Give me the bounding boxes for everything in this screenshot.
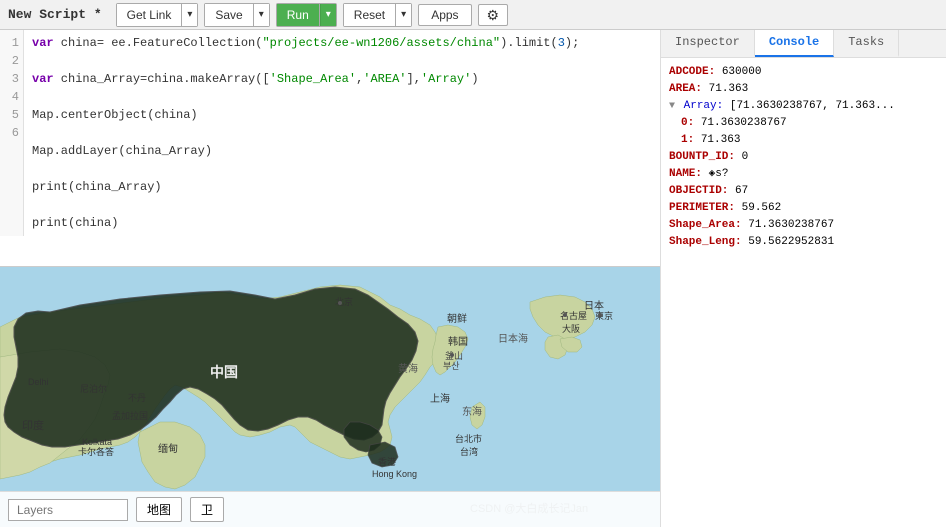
gear-button[interactable]: ⚙ — [478, 4, 509, 26]
get-link-button[interactable]: Get Link — [117, 4, 183, 26]
layers-input[interactable] — [8, 499, 128, 521]
bountp-val: 0 — [742, 151, 749, 163]
array-0-key: 0: — [681, 117, 694, 129]
script-title: New Script * — [8, 7, 102, 22]
get-link-group: Get Link ▾ — [116, 3, 199, 27]
svg-text:上海: 上海 — [430, 392, 450, 405]
svg-text:Hong Kong: Hong Kong — [372, 469, 417, 479]
adcode-key: ADCODE: — [669, 66, 715, 78]
objectid-val: 67 — [735, 185, 748, 197]
line-numbers: 123456 — [0, 30, 24, 236]
svg-text:卡尔各答: 卡尔各答 — [78, 446, 114, 457]
perimeter-key: PERIMETER: — [669, 202, 735, 214]
svg-text:東京: 東京 — [595, 310, 613, 321]
svg-text:台北市: 台北市 — [455, 433, 482, 444]
toolbar: New Script * Get Link ▾ Save ▾ Run ▾ Res… — [0, 0, 946, 30]
shape-area-row: Shape_Area: 71.3630238767 — [669, 217, 938, 234]
array-1-row: 1: 71.363 — [669, 132, 938, 149]
save-arrow[interactable]: ▾ — [254, 4, 269, 26]
run-arrow[interactable]: ▾ — [320, 4, 336, 26]
shape-leng-key: Shape_Leng: — [669, 236, 742, 248]
left-panel: 123456 var china= ee.FeatureCollection("… — [0, 30, 660, 527]
map-bottom-bar: 地图 卫 — [0, 491, 660, 527]
get-link-arrow[interactable]: ▾ — [182, 4, 197, 26]
perimeter-val: 59.562 — [742, 202, 782, 214]
array-0-row: 0: 71.3630238767 — [669, 115, 938, 132]
svg-text:釜山: 釜山 — [445, 350, 463, 361]
svg-text:不丹: 不丹 — [128, 393, 146, 403]
array-0-val: 71.3630238767 — [701, 117, 787, 129]
apps-button[interactable]: Apps — [418, 4, 471, 26]
run-button[interactable]: Run — [277, 4, 320, 26]
svg-text:香港: 香港 — [378, 456, 396, 467]
svg-text:黄海: 黄海 — [398, 362, 418, 375]
panel-tabs: Inspector Console Tasks — [661, 30, 946, 58]
array-key: Array: — [684, 100, 724, 112]
perimeter-row: PERIMETER: 59.562 — [669, 200, 938, 217]
array-1-key: 1: — [681, 134, 694, 146]
svg-text:日本海: 日本海 — [498, 332, 528, 345]
adcode-row: ADCODE: 630000 — [669, 64, 938, 81]
code-content[interactable]: var china= ee.FeatureCollection("project… — [24, 30, 660, 236]
satellite-button[interactable]: 卫 — [190, 497, 224, 522]
svg-text:东海: 东海 — [462, 405, 482, 418]
reset-button[interactable]: Reset — [344, 4, 396, 26]
name-row: NAME: ◈s? — [669, 166, 938, 183]
map-view-button[interactable]: 地图 — [136, 497, 182, 522]
svg-text:尼泊尔: 尼泊尔 — [80, 383, 107, 394]
console-output: ADCODE: 630000 AREA: 71.363 ▼ Array: [71… — [661, 58, 946, 527]
save-button[interactable]: Save — [205, 4, 253, 26]
map-area[interactable]: 中国 朝鲜 日本海 韩国 釜山 부산 名古屋 大阪 日本 東京 黄海 上海 东海… — [0, 267, 660, 527]
run-group: Run ▾ — [276, 3, 337, 27]
svg-text:부산: 부산 — [443, 361, 460, 371]
svg-text:中国: 中国 — [210, 364, 238, 380]
bountp-key: BOUNTP_ID: — [669, 151, 735, 163]
array-row: ▼ Array: [71.3630238767, 71.363... — [669, 98, 938, 115]
svg-text:大阪: 大阪 — [562, 323, 580, 334]
area-row: AREA: 71.363 — [669, 81, 938, 98]
tab-console[interactable]: Console — [755, 30, 834, 57]
shape-area-key: Shape_Area: — [669, 219, 742, 231]
svg-text:韩国: 韩国 — [448, 335, 468, 348]
code-editor[interactable]: 123456 var china= ee.FeatureCollection("… — [0, 30, 660, 267]
area-val: 71.363 — [709, 83, 749, 95]
right-panel: Inspector Console Tasks ADCODE: 630000 A… — [660, 30, 946, 527]
svg-text:台湾: 台湾 — [460, 446, 478, 457]
svg-text:朝鲜: 朝鲜 — [447, 312, 467, 325]
shape-leng-val: 59.5622952831 — [748, 236, 834, 248]
objectid-row: OBJECTID: 67 — [669, 183, 938, 200]
svg-text:Delhi: Delhi — [28, 377, 49, 387]
name-key: NAME: — [669, 168, 702, 180]
svg-text:Kolkata: Kolkata — [82, 437, 112, 447]
shape-leng-row: Shape_Leng: 59.5622952831 — [669, 234, 938, 251]
adcode-val: 630000 — [722, 66, 762, 78]
array-val: [71.3630238767, 71.363... — [730, 100, 895, 112]
svg-text:孟加拉国: 孟加拉国 — [112, 410, 148, 421]
svg-text:印度: 印度 — [22, 418, 44, 432]
main-area: 123456 var china= ee.FeatureCollection("… — [0, 30, 946, 527]
reset-group: Reset ▾ — [343, 3, 412, 27]
reset-arrow[interactable]: ▾ — [396, 4, 411, 26]
tab-inspector[interactable]: Inspector — [661, 30, 755, 57]
svg-text:北京: 北京 — [335, 296, 353, 307]
array-1-val: 71.363 — [701, 134, 741, 146]
objectid-key: OBJECTID: — [669, 185, 728, 197]
shape-area-val: 71.3630238767 — [748, 219, 834, 231]
svg-text:缅甸: 缅甸 — [158, 442, 178, 455]
bountp-row: BOUNTP_ID: 0 — [669, 149, 938, 166]
tab-tasks[interactable]: Tasks — [834, 30, 899, 57]
name-val: ◈s? — [709, 168, 729, 180]
area-key: AREA: — [669, 83, 702, 95]
save-group: Save ▾ — [204, 3, 269, 27]
